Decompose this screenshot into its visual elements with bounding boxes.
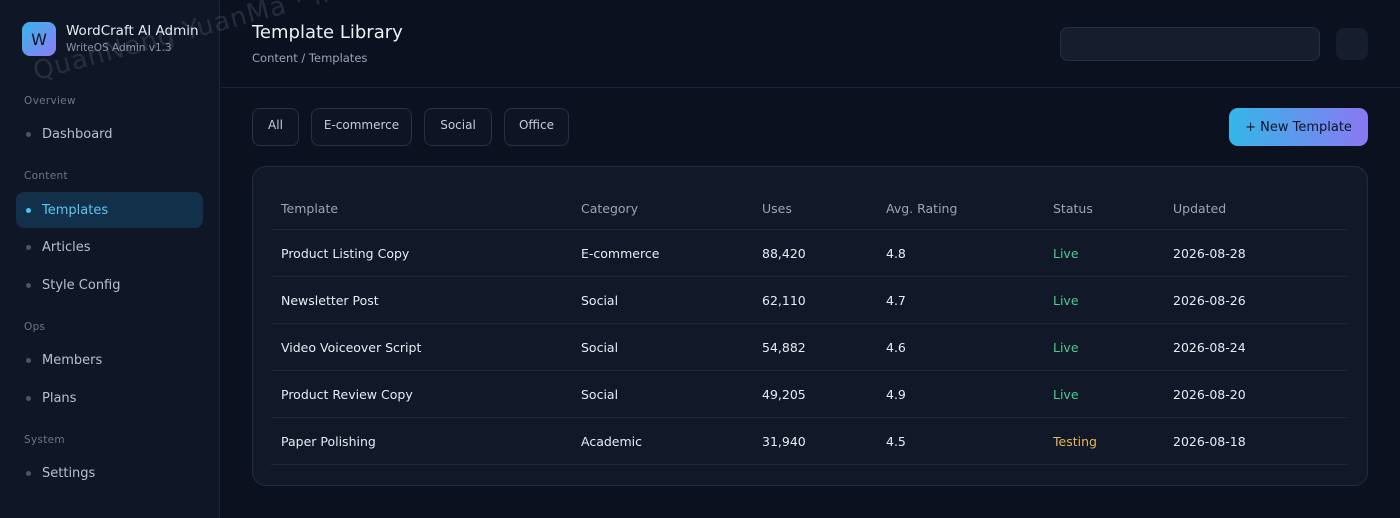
header-action-icon[interactable] [1336,28,1368,60]
sidebar-item-label: Settings [42,465,96,481]
page-title: Template Library [252,22,403,43]
cell-uses: 62,110 [762,293,806,308]
app-title: WordCraft AI Admin [66,23,199,39]
section-label-overview: Overview [24,95,76,107]
search-input[interactable] [1060,27,1320,61]
app-logo-letter: W [31,29,47,49]
new-template-button[interactable]: + New Template [1229,108,1368,146]
section-label-ops: Ops [24,321,46,333]
sidebar-item-label: Style Config [42,277,121,293]
app-logo: W [22,22,56,56]
sidebar-item-plans[interactable]: Plans [16,380,203,416]
cell-category: Social [581,387,619,402]
cell-template: Paper Polishing [281,434,376,449]
cell-template: Product Listing Copy [281,246,410,261]
divider [271,464,1347,465]
cell-category: Social [581,340,619,355]
status-badge: Testing [1053,434,1097,449]
status-badge: Live [1053,387,1079,402]
sidebar-item-label: Members [42,352,103,368]
cell-rating: 4.7 [886,293,906,308]
brand: W WordCraft AI Admin WriteOS Admin v1.3 [22,22,199,56]
column-header-updated[interactable]: Updated [1173,201,1226,216]
templates-table: Template Category Uses Avg. Rating Statu… [252,166,1368,486]
breadcrumb: Content / Templates [252,51,368,65]
sidebar-item-label: Plans [42,390,77,406]
cell-rating: 4.5 [886,434,906,449]
section-label-content: Content [24,170,68,182]
cell-uses: 88,420 [762,246,806,261]
cell-updated: 2026-08-20 [1173,387,1246,402]
nav-dot-icon [26,132,31,137]
column-header-template[interactable]: Template [281,201,338,216]
sidebar-item-label: Templates [42,202,109,218]
divider [271,276,1347,277]
sidebar: W WordCraft AI Admin WriteOS Admin v1.3 … [0,0,220,518]
status-badge: Live [1053,293,1079,308]
sidebar-item-dashboard[interactable]: Dashboard [16,116,203,152]
cell-updated: 2026-08-26 [1173,293,1246,308]
divider [271,229,1347,230]
divider [271,417,1347,418]
cell-rating: 4.8 [886,246,906,261]
cell-template: Newsletter Post [281,293,379,308]
nav-dot-icon [26,396,31,401]
nav-dot-icon [26,471,31,476]
sidebar-item-articles[interactable]: Articles [16,229,203,265]
nav-dot-icon [26,245,31,250]
cell-uses: 54,882 [762,340,806,355]
filter-chip-office[interactable]: Office [504,108,569,146]
cell-category: E-commerce [581,246,660,261]
nav-dot-icon [26,208,31,213]
cell-rating: 4.9 [886,387,906,402]
filter-chip-ecommerce[interactable]: E-commerce [311,108,412,146]
cell-updated: 2026-08-28 [1173,246,1246,261]
cell-uses: 49,205 [762,387,806,402]
column-header-uses[interactable]: Uses [762,201,792,216]
divider [271,323,1347,324]
column-header-avg-rating[interactable]: Avg. Rating [886,201,957,216]
status-badge: Live [1053,246,1079,261]
filter-chip-all[interactable]: All [252,108,299,146]
cell-category: Social [581,293,619,308]
cell-template: Video Voiceover Script [281,340,422,355]
status-badge: Live [1053,340,1079,355]
column-header-status[interactable]: Status [1053,201,1093,216]
sidebar-item-settings[interactable]: Settings [16,455,203,491]
cell-category: Academic [581,434,643,449]
cell-updated: 2026-08-18 [1173,434,1246,449]
section-label-system: System [24,434,65,446]
sidebar-item-members[interactable]: Members [16,342,203,378]
sidebar-item-style-config[interactable]: Style Config [16,267,203,303]
cell-uses: 31,940 [762,434,806,449]
sidebar-item-label: Dashboard [42,126,113,142]
filter-chip-social[interactable]: Social [424,108,492,146]
sidebar-item-templates[interactable]: Templates [16,192,203,228]
cell-rating: 4.6 [886,340,906,355]
sidebar-item-label: Articles [42,239,91,255]
column-header-category[interactable]: Category [581,201,638,216]
cell-updated: 2026-08-24 [1173,340,1246,355]
nav-dot-icon [26,358,31,363]
divider [271,370,1347,371]
cell-template: Product Review Copy [281,387,413,402]
page-header: Template Library Content / Templates [221,0,1400,88]
app-subtitle: WriteOS Admin v1.3 [66,42,172,54]
nav-dot-icon [26,283,31,288]
